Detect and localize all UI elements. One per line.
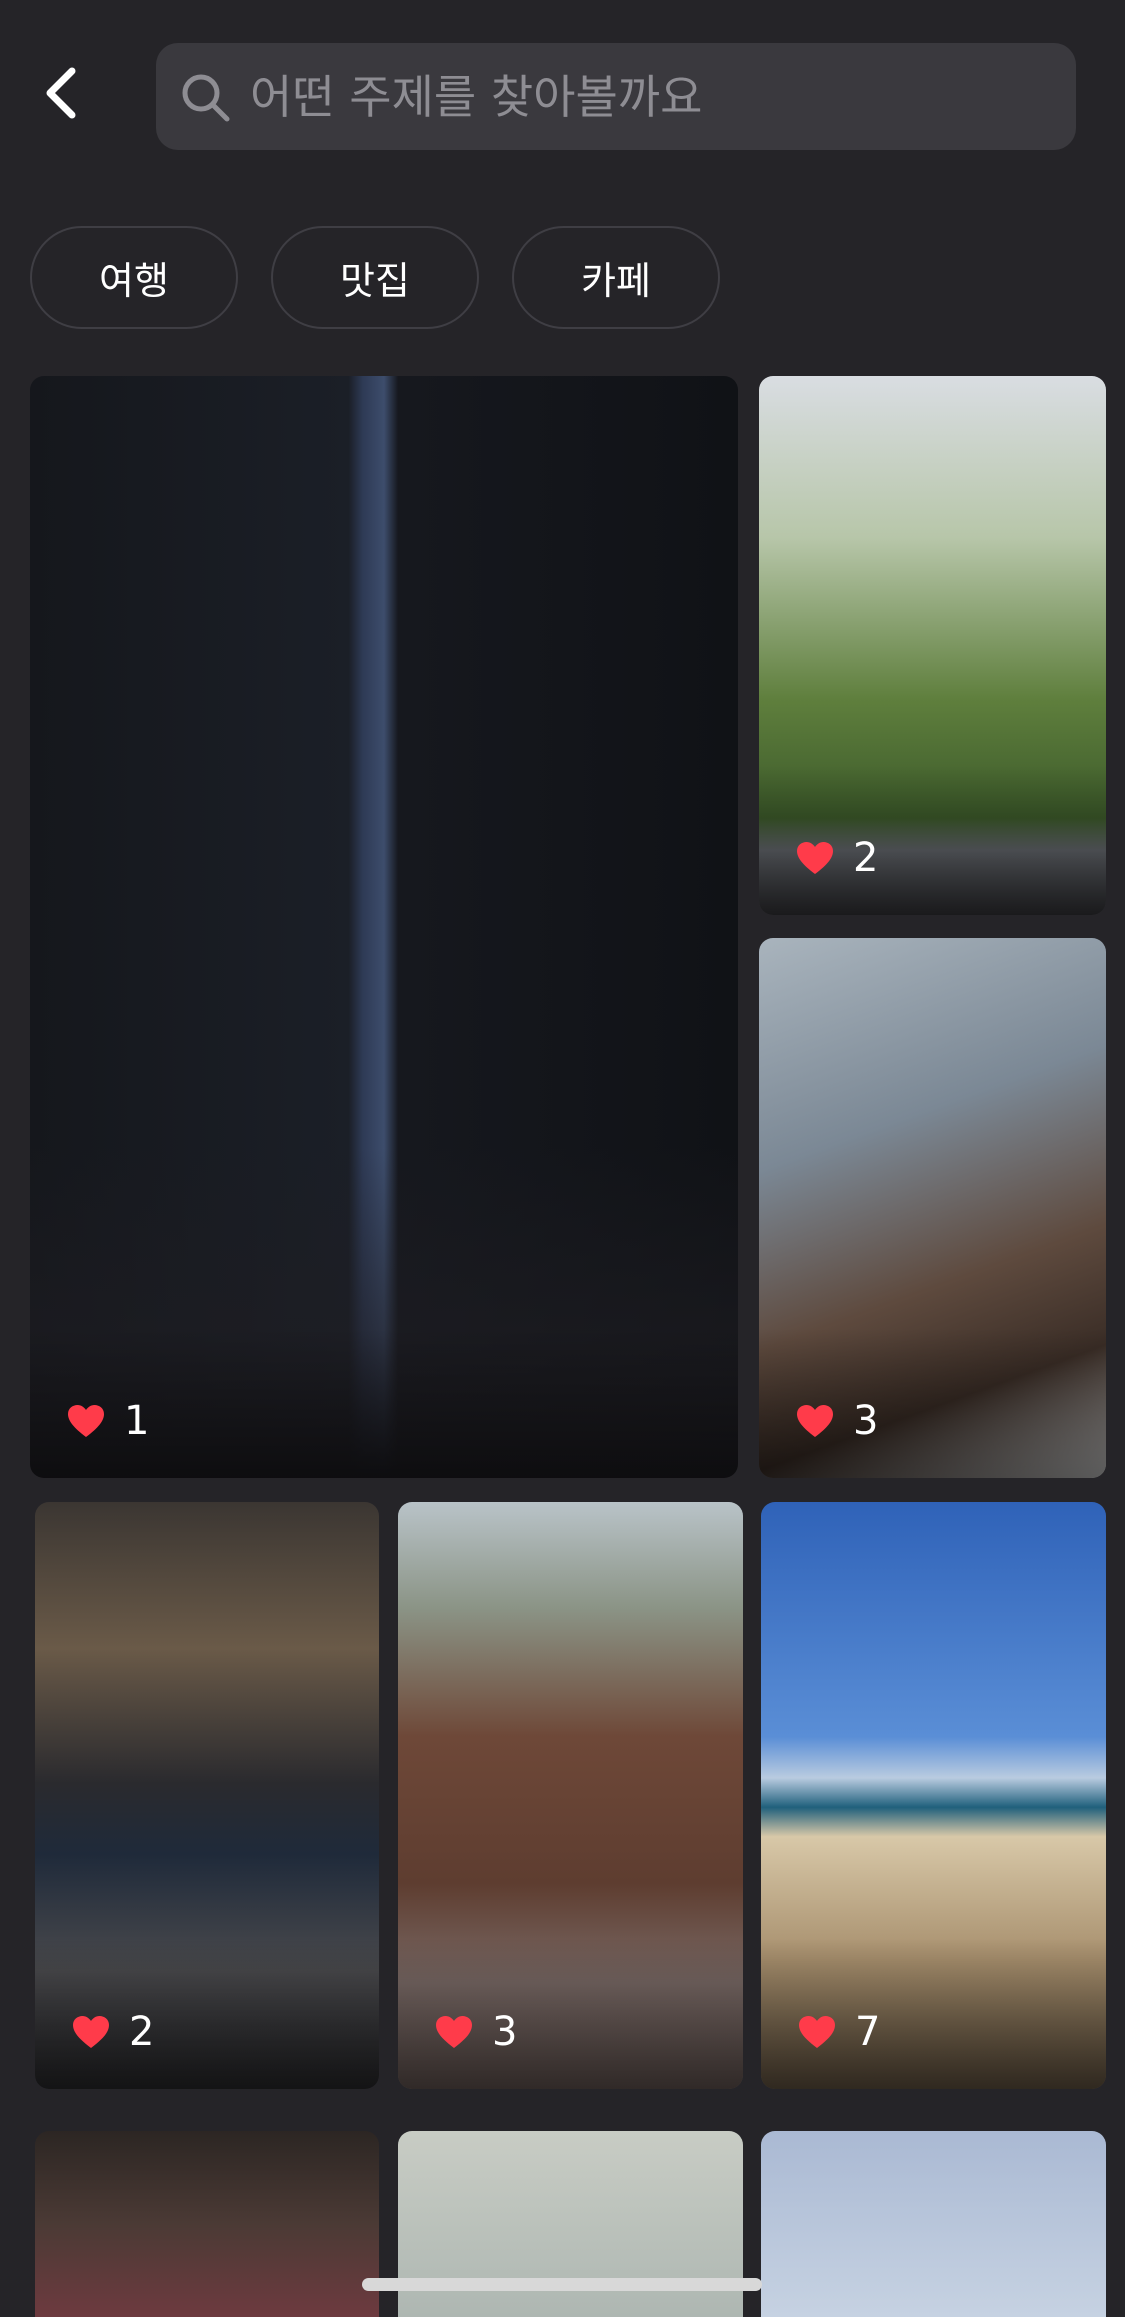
heart-icon [799,2016,835,2048]
search-bar[interactable] [156,42,1076,151]
post-tile[interactable]: 3 [759,938,1106,1478]
post-tile[interactable]: 2 [35,1502,379,2089]
post-tile[interactable] [35,2131,379,2317]
like-indicator: 1 [66,1398,149,1444]
like-count: 2 [129,2009,155,2055]
heart-icon [68,1405,104,1437]
search-icon [178,70,232,124]
heart-icon [73,2016,109,2048]
post-tile[interactable]: 2 [759,376,1106,915]
home-indicator[interactable] [362,2278,762,2291]
post-tile[interactable] [761,2131,1106,2317]
chip-travel[interactable]: 여행 [30,226,238,329]
post-tile[interactable]: 1 [30,376,738,1478]
like-count: 2 [853,835,879,881]
chevron-left-icon [46,67,76,118]
post-tile[interactable]: 7 [761,1502,1106,2089]
heart-icon [797,1405,833,1437]
like-indicator: 3 [795,1398,878,1444]
back-button[interactable] [30,55,90,130]
like-count: 3 [853,1398,879,1444]
like-indicator: 7 [797,2009,880,2055]
like-count: 3 [492,2009,518,2055]
search-input[interactable] [248,42,1076,151]
like-indicator: 2 [71,2009,154,2055]
like-indicator: 3 [434,2009,517,2055]
post-tile[interactable]: 3 [398,1502,743,2089]
like-count: 1 [124,1398,150,1444]
like-count: 7 [855,2009,881,2055]
chip-cafe[interactable]: 카페 [512,226,720,329]
heart-icon [797,842,833,874]
heart-icon [436,2016,472,2048]
like-indicator: 2 [795,835,878,881]
chip-restaurants[interactable]: 맛집 [271,226,479,329]
